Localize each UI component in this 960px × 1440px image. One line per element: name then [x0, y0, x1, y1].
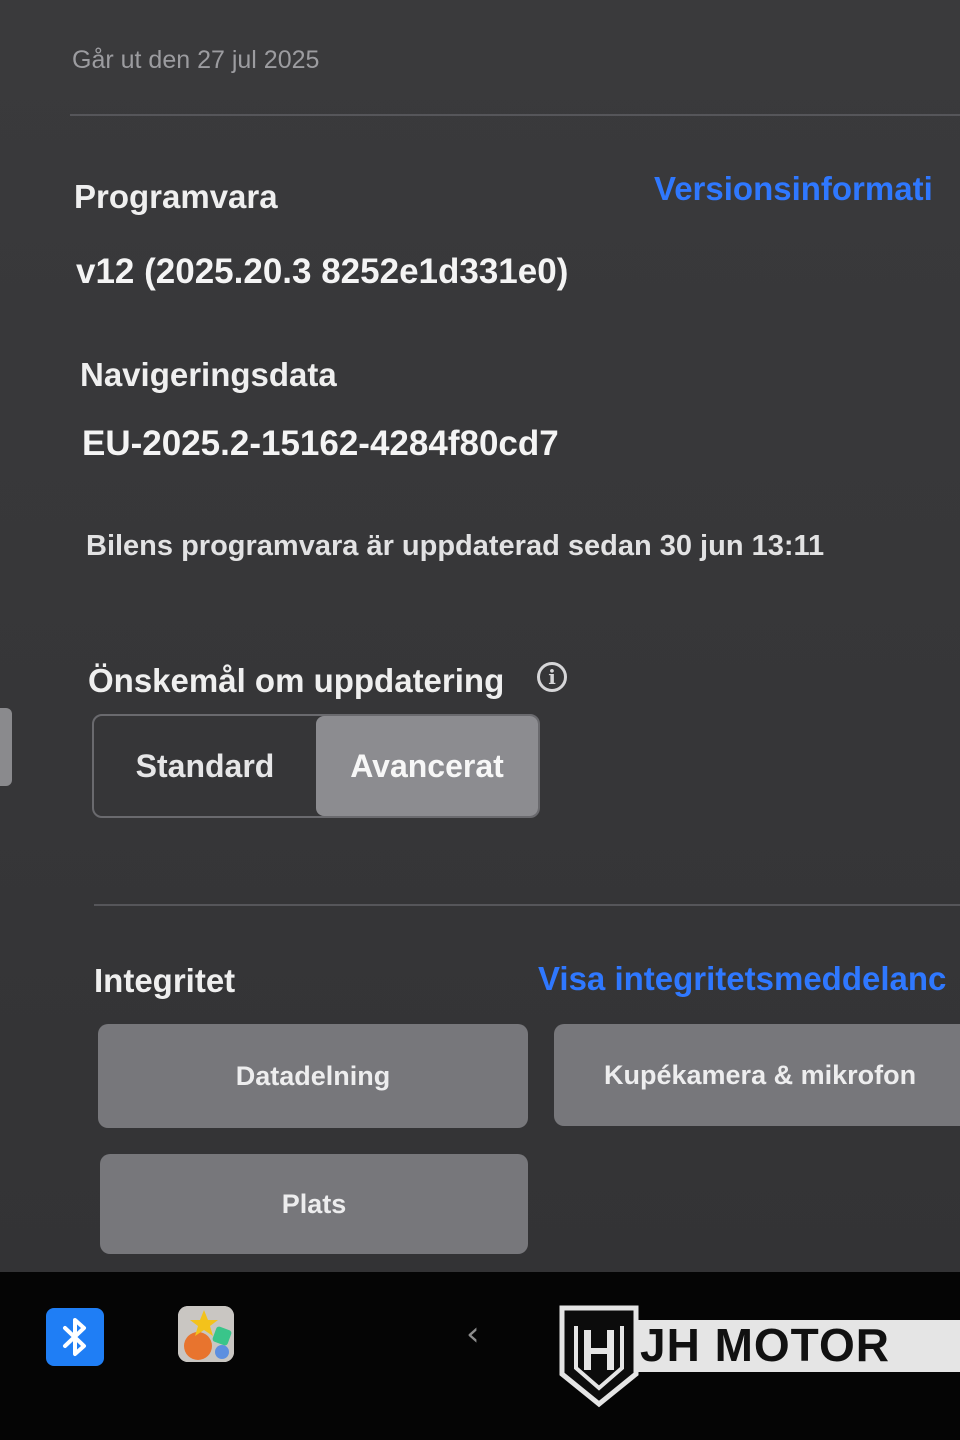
info-icon[interactable]: i [537, 662, 567, 692]
cabin-camera-microphone-button[interactable]: Kupékamera & mikrofon [554, 1024, 960, 1126]
expiry-date: Går ut den 27 jul 2025 [72, 46, 320, 74]
jh-motor-logo [559, 1305, 639, 1408]
toybox-app-icon[interactable] [178, 1306, 234, 1362]
advanced-option-selected[interactable]: Avancerat [316, 716, 538, 816]
software-heading: Programvara [74, 178, 278, 215]
divider-middle [94, 904, 960, 906]
location-button[interactable]: Plats [100, 1154, 528, 1254]
divider-top [70, 114, 960, 116]
bluetooth-icon[interactable] [46, 1308, 104, 1366]
brand-name: JH MOTOR [640, 1319, 890, 1371]
standard-option[interactable]: Standard [94, 716, 316, 816]
data-sharing-button[interactable]: Datadelning [98, 1024, 528, 1128]
software-settings-panel: Går ut den 27 jul 2025 Programvara Versi… [0, 0, 960, 1272]
privacy-notice-link[interactable]: Visa integritetsmeddelanc [538, 960, 946, 998]
update-preference-heading: Önskemål om uppdatering [88, 662, 505, 699]
software-version: v12 (2025.20.3 8252e1d331e0) [76, 252, 569, 291]
update-preference-selector: Standard Avancerat [92, 714, 540, 818]
navigation-data-version: EU-2025.2-15162-4284f80cd7 [82, 424, 559, 463]
chevron-left-icon[interactable]: ‹ [466, 1314, 480, 1354]
release-notes-link[interactable]: Versionsinformati [654, 170, 933, 208]
navigation-data-heading: Navigeringsdata [80, 356, 337, 393]
privacy-heading: Integritet [94, 962, 236, 999]
side-panel-handle[interactable] [0, 708, 12, 786]
taskbar: ‹ JH MOTOR [0, 1272, 960, 1440]
update-status-text: Bilens programvara är uppdaterad sedan 3… [86, 530, 825, 562]
